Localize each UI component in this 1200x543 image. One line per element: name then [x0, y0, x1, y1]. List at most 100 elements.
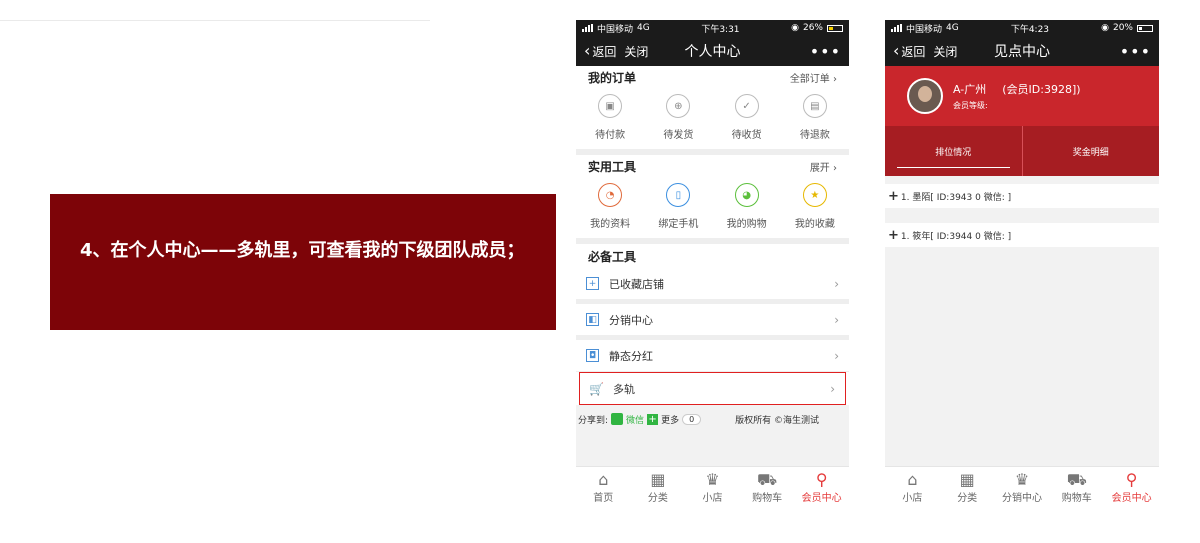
home-icon: ⌂ [598, 470, 609, 489]
all-orders-link[interactable]: 全部订单 › [790, 70, 837, 85]
chevron-left-icon: ‹ [893, 41, 900, 60]
slide: 4、在个人中心——多轨里，可查看我的下级团队成员； 中国移动 4G 下午3:31… [0, 0, 1200, 543]
list-item-label: 分销中心 [609, 313, 653, 327]
chevron-right-icon: › [834, 312, 839, 327]
list-item-label: 已收藏店铺 [609, 277, 664, 291]
alarm-icon: ◉ [1101, 23, 1109, 33]
alarm-icon: ◉ [791, 23, 799, 33]
essential-section: 必备工具 + 已收藏店铺 › ◧ 分销中心 › ◘ 静态分红 › 🛒 多轨 › [576, 244, 849, 405]
clock: 下午4:23 [1010, 24, 1050, 35]
plus-icon[interactable]: + [888, 189, 899, 204]
back-button[interactable]: ‹ 返回 [893, 43, 925, 60]
orders-section: 我的订单 全部订单 › ▣ 待付款 ⊕ 待发货 ✓ 待收货 ▤ 待退款 [576, 66, 849, 149]
tab-label: 会员中心 [1111, 493, 1152, 504]
share-label: 分享到: [578, 415, 609, 426]
list-item-static-dividend[interactable]: ◘ 静态分红 › [576, 340, 849, 372]
cart-icon: 🛒 [589, 381, 604, 396]
plus-square-icon: + [586, 277, 599, 290]
member-name: A-广州 [953, 83, 987, 96]
tool-profile[interactable]: ◔ 我的资料 [580, 183, 640, 230]
chevron-right-icon: › [830, 381, 835, 396]
tool-my-shopping[interactable]: ◕ 我的购物 [717, 183, 777, 230]
list-item-label: 静态分红 [609, 349, 653, 363]
tab-cart[interactable]: ⛟ 购物车 [1049, 467, 1104, 508]
team-member-label: 1. 筱年[ ID:3944 0 微信: ] [900, 231, 1012, 242]
tool-bind-phone[interactable]: ▯ 绑定手机 [648, 183, 708, 230]
tools-section: 实用工具 展开 › ◔ 我的资料 ▯ 绑定手机 ◕ 我的购物 ★ 我的收藏 [576, 155, 849, 238]
signal-icon [582, 24, 593, 32]
phone-personal-center: 中国移动 4G 下午3:31 ◉ 26% ‹ 返回 关闭 个人中心 ••• 我的… [576, 20, 849, 508]
order-pending-ship[interactable]: ⊕ 待发货 [648, 94, 708, 141]
crown-icon: ♛ [1014, 470, 1030, 489]
more-button[interactable]: ••• [810, 42, 841, 61]
tab-distribution-center[interactable]: ♛ 分销中心 [995, 467, 1050, 508]
member-tabs: 排位情况 奖金明细 [885, 126, 1159, 176]
share-icon: ◧ [586, 313, 599, 326]
team-member-row[interactable]: +1. 墨陌[ ID:3943 0 微信: ] [885, 184, 1159, 208]
page-title: 个人中心 [684, 44, 741, 60]
network: 4G [637, 23, 650, 33]
plus-icon[interactable]: + [888, 228, 899, 243]
share-bar: 分享到: 微信 + 更多 0 版权所有 ©海生测试 [576, 405, 849, 433]
person-icon: ⚲ [815, 470, 828, 489]
tab-ranking[interactable]: 排位情况 [885, 126, 1023, 176]
tab-label: 小店 [702, 493, 723, 504]
orders-title: 我的订单 [588, 70, 637, 85]
grid-icon: ▦ [959, 470, 975, 489]
essential-title: 必备工具 [588, 249, 637, 264]
check-icon: ✓ [734, 94, 759, 118]
status-bar: 中国移动 4G 下午3:31 ◉ 26% [576, 20, 849, 36]
chevron-right-icon: › [834, 276, 839, 291]
wechat-icon[interactable] [611, 413, 624, 425]
list-item-distribution-center[interactable]: ◧ 分销中心 › [576, 304, 849, 336]
expand-link[interactable]: 展开 › [810, 159, 837, 174]
network: 4G [946, 23, 959, 33]
close-button[interactable]: 关闭 [933, 43, 957, 60]
order-pending-receive[interactable]: ✓ 待收货 [717, 94, 777, 141]
clock: 下午3:31 [701, 24, 740, 35]
member-id: (会员ID:3928]) [1002, 83, 1081, 96]
tab-shop[interactable]: ♛ 小店 [685, 467, 740, 508]
chevron-left-icon: ‹ [584, 41, 591, 60]
callout-box: 4、在个人中心——多轨里，可查看我的下级团队成员； [50, 194, 556, 330]
carrier: 中国移动 [906, 24, 943, 35]
plus-icon[interactable]: + [647, 413, 659, 425]
tab-shop[interactable]: ⌂ 小店 [885, 467, 940, 508]
back-button[interactable]: ‹ 返回 [584, 43, 616, 60]
list-item-multi-track[interactable]: 🛒 多轨 › [579, 372, 846, 405]
tab-member-center[interactable]: ⚲ 会员中心 [794, 467, 849, 508]
close-button[interactable]: 关闭 [624, 43, 648, 60]
tab-label: 分销中心 [1001, 493, 1042, 504]
dividend-icon: ◘ [586, 349, 599, 362]
tab-label: 购物车 [752, 493, 783, 504]
tab-category[interactable]: ▦ 分类 [631, 467, 686, 508]
tab-label: 首页 [593, 493, 614, 504]
tab-category[interactable]: ▦ 分类 [940, 467, 995, 508]
share-count: 0 [682, 413, 702, 425]
tool-favorites[interactable]: ★ 我的收藏 [785, 183, 845, 230]
order-refund[interactable]: ▤ 待退款 [785, 94, 845, 141]
tab-cart[interactable]: ⛟ 购物车 [740, 467, 795, 508]
team-member-label: 1. 墨陌[ ID:3943 0 微信: ] [900, 192, 1012, 203]
tab-label: 分类 [647, 493, 668, 504]
member-level: 会员等级: [953, 101, 988, 110]
team-member-row[interactable]: +1. 筱年[ ID:3944 0 微信: ] [885, 223, 1159, 247]
more-button[interactable]: ••• [1120, 42, 1151, 61]
tab-bonus-details[interactable]: 奖金明细 [1023, 126, 1160, 176]
carrier: 中国移动 [597, 24, 634, 35]
cart-icon: ⛟ [1066, 470, 1087, 489]
order-pending-pay[interactable]: ▣ 待付款 [580, 94, 640, 141]
star-icon: ★ [802, 183, 827, 207]
wechat-label[interactable]: 微信 [626, 413, 644, 426]
tab-member-center[interactable]: ⚲ 会员中心 [1104, 467, 1159, 508]
battery-percent: 26% [802, 23, 823, 33]
list-item-favorite-shops[interactable]: + 已收藏店铺 › [576, 268, 849, 300]
back-label: 返回 [901, 44, 926, 59]
tab-home[interactable]: ⌂ 首页 [576, 467, 631, 508]
wallet-icon: ▣ [598, 94, 623, 118]
nav-bar: ‹ 返回 关闭 个人中心 ••• [576, 36, 849, 66]
more-label[interactable]: 更多 [661, 413, 679, 426]
tab-label: 购物车 [1061, 493, 1092, 504]
page-title: 见点中心 [994, 44, 1050, 60]
phone-icon: ▯ [666, 183, 691, 207]
